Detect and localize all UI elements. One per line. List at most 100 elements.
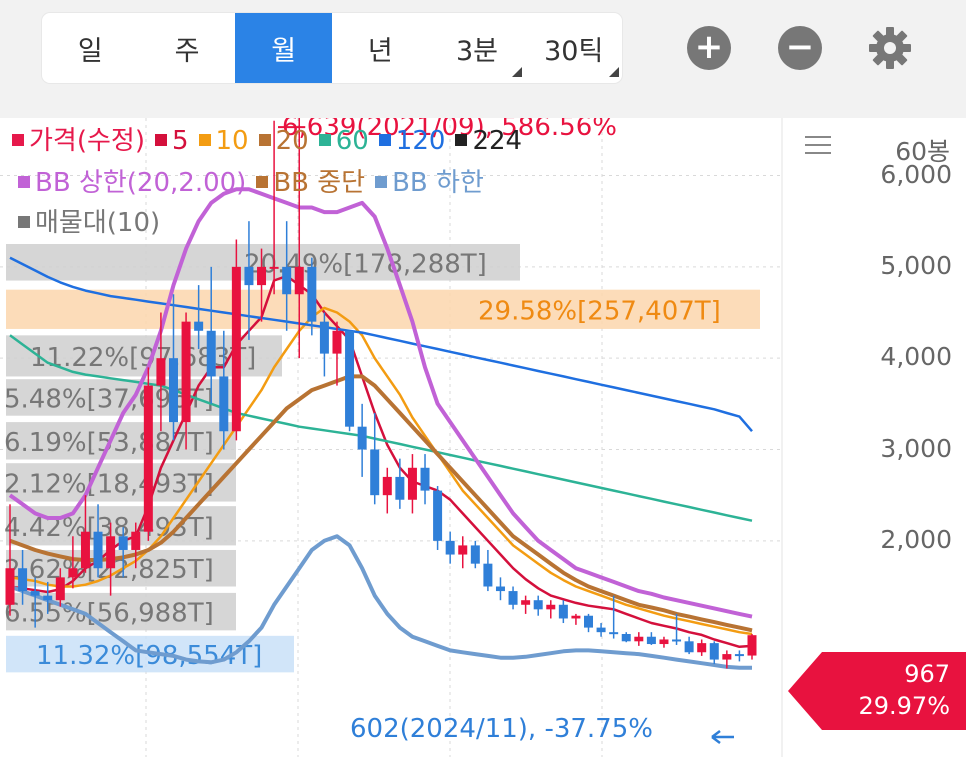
- candle-body: [269, 266, 279, 269]
- candle-body: [106, 536, 116, 569]
- current-price-text: 967 29.97%: [788, 652, 966, 730]
- candle-body: [319, 321, 329, 354]
- period-tab-label: 월: [271, 35, 297, 67]
- candle-body: [131, 531, 141, 550]
- legend-swatch: [455, 134, 468, 146]
- candle-body: [521, 600, 531, 605]
- y-tick-label: 5,000: [880, 250, 952, 280]
- period-tab-5[interactable]: 30틱: [525, 13, 622, 83]
- period-tab-4[interactable]: 3분: [429, 13, 526, 83]
- candle-body: [558, 604, 568, 619]
- candle-body: [697, 643, 707, 653]
- volume-profile-label: 20.49%[178,288T]: [244, 249, 487, 279]
- candle-body: [244, 266, 254, 286]
- y-tick-label: 3,000: [880, 433, 952, 463]
- candle-body: [382, 476, 392, 496]
- candle-body: [68, 568, 78, 578]
- candle-body: [55, 577, 65, 601]
- low-marker-arrow-icon: [711, 730, 734, 744]
- legend-swatch: [12, 134, 24, 146]
- period-tab-label: 일: [77, 35, 103, 67]
- hamburger-icon[interactable]: [805, 136, 831, 156]
- legend-label[interactable]: 224: [472, 126, 522, 156]
- candle-body: [294, 266, 304, 295]
- candle-body: [370, 449, 380, 496]
- candle-body: [483, 563, 493, 587]
- candle-body: [307, 266, 317, 322]
- candle-body: [659, 639, 669, 645]
- candle-body: [458, 545, 468, 555]
- gear-icon[interactable]: [866, 24, 914, 72]
- candle-body: [546, 604, 556, 610]
- period-tab-label: 30틱: [544, 35, 604, 67]
- dropdown-corner-icon: [609, 67, 620, 77]
- legend-swatch: [154, 134, 167, 146]
- candle-body: [420, 467, 430, 491]
- candle-body: [282, 266, 292, 295]
- candle-body: [219, 376, 229, 432]
- candle-body: [345, 330, 355, 427]
- legend-label[interactable]: 가격(수정): [29, 126, 145, 156]
- candle-body: [609, 632, 619, 635]
- legend-label[interactable]: BB 상한(20,2.00): [35, 168, 246, 198]
- low-marker-label: 602(2024/11), -37.75%: [350, 714, 653, 744]
- candle-body: [43, 595, 53, 601]
- volume-profile-label: 29.58%[257,407T]: [478, 296, 721, 326]
- legend-bollinger: BB 상한(20,2.00) BB 중단 BB 하한: [18, 162, 494, 199]
- legend-swatch: [18, 176, 30, 188]
- legend-label[interactable]: 20: [276, 126, 309, 156]
- y-tick-label: 6,000: [880, 159, 952, 189]
- legend-volume-profile: 매물대(10): [18, 202, 170, 239]
- legend-swatch: [318, 134, 331, 146]
- candle-body: [709, 643, 719, 660]
- y-tick-label: 4,000: [880, 342, 952, 372]
- period-tab-0[interactable]: 일: [42, 13, 139, 83]
- legend-swatch: [198, 134, 211, 146]
- toolbar: 일 주 월 년 3분 30틱 + −: [0, 0, 966, 118]
- legend-swatch: [378, 134, 391, 146]
- candle-body: [143, 385, 153, 532]
- candle-body: [672, 639, 682, 642]
- candle-body: [684, 641, 694, 653]
- candle-body: [395, 476, 405, 500]
- candle-body: [194, 321, 204, 331]
- period-tab-label: 3분: [456, 35, 499, 67]
- candle-body: [257, 266, 267, 286]
- minus-circle-icon[interactable]: −: [778, 26, 822, 70]
- y-tick-label: 2,000: [880, 524, 952, 554]
- legend-swatch: [258, 134, 271, 146]
- candle-body: [533, 600, 543, 610]
- candle-body: [621, 633, 631, 642]
- legend-label[interactable]: BB 하한: [392, 168, 484, 198]
- candle-body: [722, 654, 732, 660]
- legend-label[interactable]: 120: [396, 126, 446, 156]
- candle-body: [5, 568, 15, 605]
- candle-body: [734, 654, 744, 657]
- candle-body: [747, 635, 757, 656]
- plus-circle-icon[interactable]: +: [687, 26, 731, 70]
- legend-label[interactable]: 매물대(10): [35, 208, 160, 238]
- period-tab-1[interactable]: 주: [139, 13, 236, 83]
- current-price: 967: [904, 660, 950, 688]
- candle-body: [18, 568, 28, 592]
- dropdown-corner-icon: [512, 67, 523, 77]
- legend-swatch: [375, 176, 388, 188]
- legend-label[interactable]: 60: [336, 126, 369, 156]
- candle-body: [156, 358, 166, 386]
- candle-body: [470, 545, 480, 564]
- period-tab-2[interactable]: 월: [235, 13, 333, 83]
- candle-body: [80, 531, 90, 569]
- legend-label[interactable]: 10: [216, 126, 249, 156]
- legend-swatch: [256, 176, 269, 188]
- candle-body: [508, 591, 518, 605]
- candle-body: [584, 615, 594, 628]
- legend-label[interactable]: 5: [172, 126, 189, 156]
- candle-body: [495, 586, 505, 592]
- legend-swatch: [18, 216, 30, 228]
- candle-body: [30, 591, 40, 596]
- candle-body: [357, 426, 367, 450]
- candle-body: [596, 627, 606, 633]
- legend-label[interactable]: BB 중단: [273, 168, 365, 198]
- candle-body: [407, 467, 417, 500]
- period-tab-3[interactable]: 년: [332, 13, 429, 83]
